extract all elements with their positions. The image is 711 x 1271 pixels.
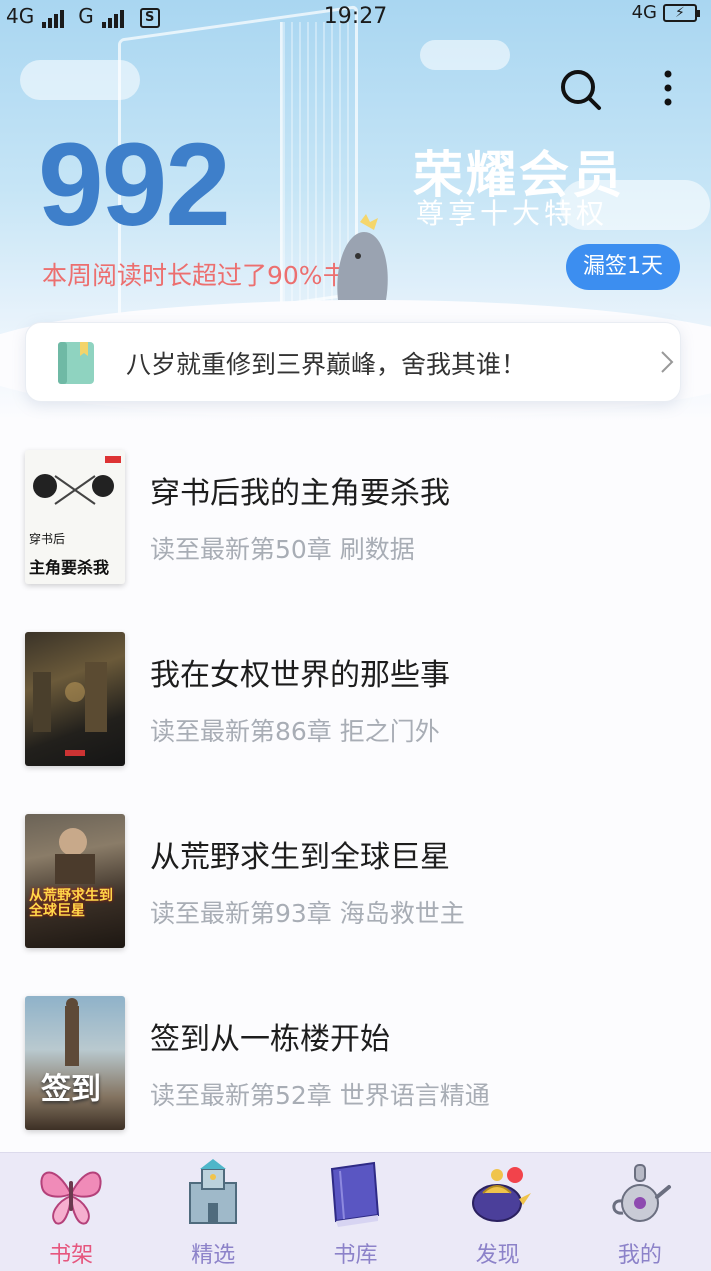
book-cover: 穿书后 主角要杀我 bbox=[25, 450, 125, 584]
banner-text: 八岁就重修到三界巅峰，舍我其谁！ bbox=[126, 350, 527, 379]
tab-label: 发现 bbox=[475, 1243, 520, 1268]
missed-sign-in-button[interactable]: 漏签1天 bbox=[566, 244, 680, 290]
tab-label: 书库 bbox=[333, 1243, 378, 1268]
book-list-item[interactable]: 从荒野求生到全球巨星 从荒野求生到全球巨星 读至最新第93章 海岛救世主 bbox=[0, 814, 711, 954]
book-icon bbox=[58, 342, 94, 384]
book-title: 穿书后我的主角要杀我 bbox=[150, 476, 450, 511]
tab-library[interactable]: 书库 bbox=[284, 1153, 426, 1271]
battery-icon: ⚡ bbox=[663, 3, 700, 22]
book-progress: 读至最新第93章 海岛救世主 bbox=[150, 899, 465, 928]
bottom-navigation: 书架 精选 书库 发现 我的 bbox=[0, 1152, 711, 1271]
book-progress: 读至最新第86章 拒之门外 bbox=[150, 717, 440, 746]
book-stack-icon bbox=[320, 1159, 390, 1229]
clock: 19:27 bbox=[323, 4, 388, 29]
book-list-item[interactable]: 穿书后 主角要杀我 穿书后我的主角要杀我 读至最新第50章 刷数据 bbox=[0, 450, 711, 590]
tab-label: 书架 bbox=[49, 1243, 94, 1268]
tab-profile[interactable]: 我的 bbox=[569, 1153, 711, 1271]
tab-bookshelf[interactable]: 书架 bbox=[0, 1153, 142, 1271]
recommendation-banner[interactable]: 八岁就重修到三界巅峰，舍我其谁！ bbox=[25, 322, 681, 402]
status-bar: 4G G S 19:27 4G ⚡ bbox=[0, 0, 711, 36]
reading-caption: 本周阅读时长超过了90%书友 bbox=[42, 261, 373, 290]
tab-discover[interactable]: 发现 bbox=[427, 1153, 569, 1271]
book-list-item[interactable]: 签到 签到从一栋楼开始 读至最新第52章 世界语言精通 bbox=[0, 996, 711, 1136]
book-list-item[interactable]: 我在女权世界的那些事 读至最新第86章 拒之门外 bbox=[0, 632, 711, 772]
more-options-icon[interactable] bbox=[648, 66, 694, 112]
notification-dot bbox=[507, 1167, 523, 1183]
book-title: 从荒野求生到全球巨星 bbox=[150, 840, 450, 875]
vip-subtitle: 尊享十大特权 bbox=[416, 197, 609, 230]
book-cover: 从荒野求生到全球巨星 bbox=[25, 814, 125, 948]
search-icon[interactable] bbox=[557, 66, 603, 112]
magic-lamp-icon bbox=[463, 1159, 533, 1229]
book-cover: 签到 bbox=[25, 996, 125, 1130]
book-progress: 读至最新第52章 世界语言精通 bbox=[150, 1081, 490, 1110]
tab-label: 我的 bbox=[617, 1243, 662, 1268]
tab-featured[interactable]: 精选 bbox=[142, 1153, 284, 1271]
butterfly-icon bbox=[36, 1159, 106, 1229]
network-label-right: 4G bbox=[631, 2, 657, 23]
teapot-icon bbox=[605, 1159, 675, 1229]
castle-icon bbox=[178, 1159, 248, 1229]
book-progress: 读至最新第50章 刷数据 bbox=[150, 535, 415, 564]
book-title: 我在女权世界的那些事 bbox=[150, 658, 450, 693]
book-title: 签到从一栋楼开始 bbox=[150, 1022, 390, 1057]
book-cover bbox=[25, 632, 125, 766]
chevron-right-icon bbox=[660, 350, 674, 374]
tab-label: 精选 bbox=[191, 1243, 236, 1268]
crown-mascot-icon bbox=[330, 212, 394, 302]
reading-minutes: 992 bbox=[38, 119, 231, 251]
